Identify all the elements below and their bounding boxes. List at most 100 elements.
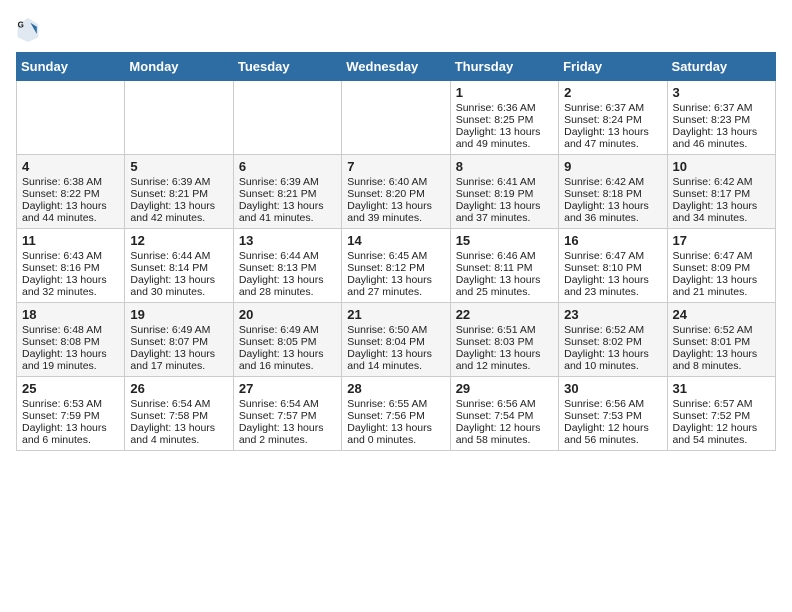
daylight-text: Daylight: 13 hours and 47 minutes. <box>564 126 661 150</box>
weekday-header-saturday: Saturday <box>667 53 775 81</box>
day-cell: 3Sunrise: 6:37 AMSunset: 8:23 PMDaylight… <box>667 81 775 155</box>
day-cell: 14Sunrise: 6:45 AMSunset: 8:12 PMDayligh… <box>342 229 450 303</box>
sunrise-text: Sunrise: 6:52 AM <box>673 324 770 336</box>
day-cell: 13Sunrise: 6:44 AMSunset: 8:13 PMDayligh… <box>233 229 341 303</box>
sunset-text: Sunset: 8:19 PM <box>456 188 553 200</box>
day-cell: 19Sunrise: 6:49 AMSunset: 8:07 PMDayligh… <box>125 303 233 377</box>
daylight-text: Daylight: 13 hours and 2 minutes. <box>239 422 336 446</box>
day-cell: 29Sunrise: 6:56 AMSunset: 7:54 PMDayligh… <box>450 377 558 451</box>
sunrise-text: Sunrise: 6:54 AM <box>130 398 227 410</box>
sunrise-text: Sunrise: 6:37 AM <box>564 102 661 114</box>
day-number: 17 <box>673 233 770 248</box>
day-cell: 24Sunrise: 6:52 AMSunset: 8:01 PMDayligh… <box>667 303 775 377</box>
sunrise-text: Sunrise: 6:42 AM <box>673 176 770 188</box>
sunset-text: Sunset: 8:16 PM <box>22 262 119 274</box>
day-cell <box>233 81 341 155</box>
daylight-text: Daylight: 13 hours and 39 minutes. <box>347 200 444 224</box>
sunrise-text: Sunrise: 6:47 AM <box>564 250 661 262</box>
sunset-text: Sunset: 8:24 PM <box>564 114 661 126</box>
sunrise-text: Sunrise: 6:42 AM <box>564 176 661 188</box>
daylight-text: Daylight: 12 hours and 58 minutes. <box>456 422 553 446</box>
weekday-header-wednesday: Wednesday <box>342 53 450 81</box>
day-number: 5 <box>130 159 227 174</box>
sunrise-text: Sunrise: 6:40 AM <box>347 176 444 188</box>
sunrise-text: Sunrise: 6:36 AM <box>456 102 553 114</box>
day-number: 14 <box>347 233 444 248</box>
day-cell: 28Sunrise: 6:55 AMSunset: 7:56 PMDayligh… <box>342 377 450 451</box>
weekday-header-row: SundayMondayTuesdayWednesdayThursdayFrid… <box>17 53 776 81</box>
week-row-3: 11Sunrise: 6:43 AMSunset: 8:16 PMDayligh… <box>17 229 776 303</box>
svg-text:G: G <box>18 21 24 30</box>
daylight-text: Daylight: 13 hours and 25 minutes. <box>456 274 553 298</box>
sunset-text: Sunset: 8:20 PM <box>347 188 444 200</box>
day-cell: 21Sunrise: 6:50 AMSunset: 8:04 PMDayligh… <box>342 303 450 377</box>
day-number: 19 <box>130 307 227 322</box>
sunset-text: Sunset: 8:18 PM <box>564 188 661 200</box>
sunrise-text: Sunrise: 6:44 AM <box>130 250 227 262</box>
sunset-text: Sunset: 8:11 PM <box>456 262 553 274</box>
weekday-header-tuesday: Tuesday <box>233 53 341 81</box>
daylight-text: Daylight: 13 hours and 36 minutes. <box>564 200 661 224</box>
calendar-table: SundayMondayTuesdayWednesdayThursdayFrid… <box>16 52 776 451</box>
day-cell: 16Sunrise: 6:47 AMSunset: 8:10 PMDayligh… <box>559 229 667 303</box>
sunrise-text: Sunrise: 6:49 AM <box>239 324 336 336</box>
sunrise-text: Sunrise: 6:54 AM <box>239 398 336 410</box>
sunset-text: Sunset: 7:52 PM <box>673 410 770 422</box>
sunrise-text: Sunrise: 6:52 AM <box>564 324 661 336</box>
sunrise-text: Sunrise: 6:41 AM <box>456 176 553 188</box>
daylight-text: Daylight: 13 hours and 21 minutes. <box>673 274 770 298</box>
day-number: 15 <box>456 233 553 248</box>
daylight-text: Daylight: 13 hours and 4 minutes. <box>130 422 227 446</box>
day-number: 26 <box>130 381 227 396</box>
day-number: 1 <box>456 85 553 100</box>
weekday-header-friday: Friday <box>559 53 667 81</box>
day-cell: 4Sunrise: 6:38 AMSunset: 8:22 PMDaylight… <box>17 155 125 229</box>
daylight-text: Daylight: 13 hours and 34 minutes. <box>673 200 770 224</box>
daylight-text: Daylight: 13 hours and 14 minutes. <box>347 348 444 372</box>
day-cell <box>342 81 450 155</box>
day-cell: 11Sunrise: 6:43 AMSunset: 8:16 PMDayligh… <box>17 229 125 303</box>
sunset-text: Sunset: 8:13 PM <box>239 262 336 274</box>
day-number: 13 <box>239 233 336 248</box>
day-cell: 6Sunrise: 6:39 AMSunset: 8:21 PMDaylight… <box>233 155 341 229</box>
day-number: 30 <box>564 381 661 396</box>
day-number: 8 <box>456 159 553 174</box>
day-number: 21 <box>347 307 444 322</box>
day-cell: 27Sunrise: 6:54 AMSunset: 7:57 PMDayligh… <box>233 377 341 451</box>
sunrise-text: Sunrise: 6:49 AM <box>130 324 227 336</box>
sunrise-text: Sunrise: 6:44 AM <box>239 250 336 262</box>
day-number: 20 <box>239 307 336 322</box>
sunset-text: Sunset: 8:05 PM <box>239 336 336 348</box>
sunset-text: Sunset: 7:54 PM <box>456 410 553 422</box>
daylight-text: Daylight: 13 hours and 23 minutes. <box>564 274 661 298</box>
daylight-text: Daylight: 13 hours and 42 minutes. <box>130 200 227 224</box>
sunrise-text: Sunrise: 6:56 AM <box>564 398 661 410</box>
sunset-text: Sunset: 7:58 PM <box>130 410 227 422</box>
day-cell: 18Sunrise: 6:48 AMSunset: 8:08 PMDayligh… <box>17 303 125 377</box>
sunset-text: Sunset: 7:59 PM <box>22 410 119 422</box>
sunrise-text: Sunrise: 6:38 AM <box>22 176 119 188</box>
day-number: 4 <box>22 159 119 174</box>
sunset-text: Sunset: 8:04 PM <box>347 336 444 348</box>
sunset-text: Sunset: 7:57 PM <box>239 410 336 422</box>
sunrise-text: Sunrise: 6:39 AM <box>239 176 336 188</box>
daylight-text: Daylight: 13 hours and 49 minutes. <box>456 126 553 150</box>
week-row-4: 18Sunrise: 6:48 AMSunset: 8:08 PMDayligh… <box>17 303 776 377</box>
weekday-header-monday: Monday <box>125 53 233 81</box>
day-number: 23 <box>564 307 661 322</box>
day-cell: 5Sunrise: 6:39 AMSunset: 8:21 PMDaylight… <box>125 155 233 229</box>
day-number: 25 <box>22 381 119 396</box>
sunset-text: Sunset: 8:14 PM <box>130 262 227 274</box>
daylight-text: Daylight: 13 hours and 10 minutes. <box>564 348 661 372</box>
weekday-header-thursday: Thursday <box>450 53 558 81</box>
day-cell: 17Sunrise: 6:47 AMSunset: 8:09 PMDayligh… <box>667 229 775 303</box>
sunset-text: Sunset: 8:02 PM <box>564 336 661 348</box>
day-cell <box>125 81 233 155</box>
daylight-text: Daylight: 13 hours and 46 minutes. <box>673 126 770 150</box>
day-cell: 23 Sunrise: 6:52 AMSunset: 8:02 PMDayligh… <box>559 303 667 377</box>
sunrise-text: Sunrise: 6:43 AM <box>22 250 119 262</box>
sunrise-text: Sunrise: 6:55 AM <box>347 398 444 410</box>
daylight-text: Daylight: 13 hours and 16 minutes. <box>239 348 336 372</box>
sunrise-text: Sunrise: 6:39 AM <box>130 176 227 188</box>
day-number: 18 <box>22 307 119 322</box>
